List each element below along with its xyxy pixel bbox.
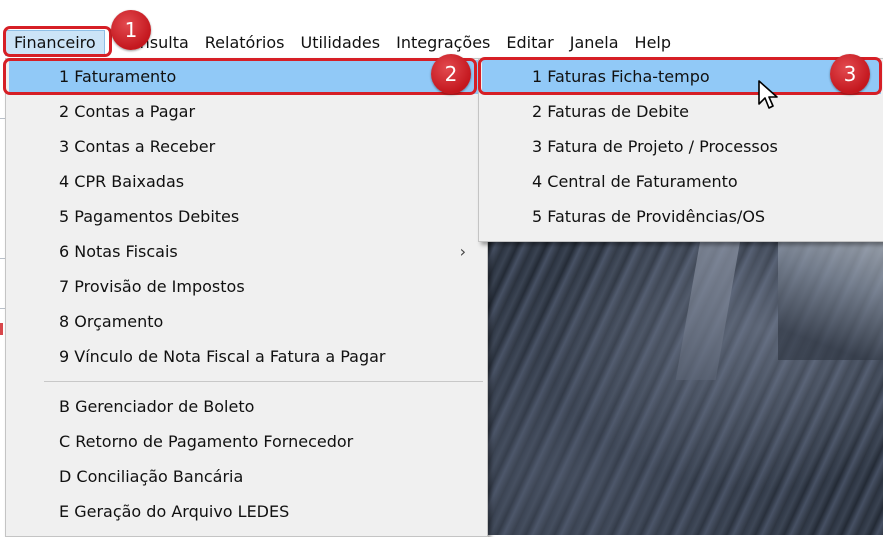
menu-help[interactable]: Help — [627, 30, 679, 56]
menu-item-label: 4 CPR Baixadas — [59, 172, 185, 191]
chevron-right-icon: › — [459, 242, 466, 261]
menu-janela[interactable]: Janela — [562, 30, 627, 56]
submenu-item-faturas-de-providencias[interactable]: 5 Faturas de Providências/OS — [482, 200, 881, 234]
menu-item-faturamento[interactable]: 1 Faturamento — [9, 60, 484, 94]
step1-badge: 1 — [111, 10, 151, 50]
submenu-item-central-de-faturamento[interactable]: 4 Central de Faturamento — [482, 165, 881, 199]
menu-item-contas-a-receber[interactable]: 3 Contas a Receber — [9, 130, 484, 164]
photo-detail — [675, 240, 741, 380]
menu-item-label: 1 Faturas Ficha-tempo — [532, 67, 710, 86]
faturamento-submenu: 1 Faturas Ficha-tempo 2 Faturas de Debit… — [478, 58, 883, 242]
menu-editar[interactable]: Editar — [498, 30, 561, 56]
menu-item-pagamentos-debites[interactable]: 5 Pagamentos Debites — [9, 200, 484, 234]
menu-item-label: 6 Notas Fiscais — [59, 242, 178, 261]
background-photo — [478, 240, 883, 535]
financeiro-dropdown: 1 Faturamento 2 Contas a Pagar 3 Contas … — [5, 58, 488, 537]
menu-item-label: 5 Faturas de Providências/OS — [532, 207, 766, 226]
menu-item-label: D Conciliação Bancária — [59, 467, 244, 486]
submenu-item-faturas-ficha-tempo[interactable]: 1 Faturas Ficha-tempo — [482, 60, 881, 94]
window-edge-marker — [0, 323, 3, 335]
menu-item-label: 2 Faturas de Debite — [532, 102, 689, 121]
menu-item-gerenciador-de-boleto[interactable]: B Gerenciador de Boleto — [9, 390, 484, 424]
menu-item-retorno-pagamento-fornecedor[interactable]: C Retorno de Pagamento Fornecedor — [9, 425, 484, 459]
submenu-item-fatura-de-projeto[interactable]: 3 Fatura de Projeto / Processos — [482, 130, 881, 164]
menu-item-label: 3 Fatura de Projeto / Processos — [532, 137, 778, 156]
photo-detail — [778, 240, 883, 360]
menu-item-contas-a-pagar[interactable]: 2 Contas a Pagar — [9, 95, 484, 129]
menu-item-label: 5 Pagamentos Debites — [59, 207, 240, 226]
menu-item-label: 7 Provisão de Impostos — [59, 277, 245, 296]
menu-financeiro[interactable]: Financeiro — [5, 30, 105, 56]
submenu-item-faturas-de-debite[interactable]: 2 Faturas de Debite — [482, 95, 881, 129]
menu-item-label: 8 Orçamento — [59, 312, 164, 331]
menu-item-label: 3 Contas a Receber — [59, 137, 216, 156]
menu-item-notas-fiscais[interactable]: 6 Notas Fiscais › — [9, 235, 484, 269]
menu-item-orcamento[interactable]: 8 Orçamento — [9, 305, 484, 339]
step3-badge: 3 — [830, 54, 870, 94]
menu-separator — [44, 381, 483, 382]
menu-item-label: 9 Vínculo de Nota Fiscal a Fatura a Paga… — [59, 347, 386, 366]
menu-item-label: E Geração do Arquivo LEDES — [59, 502, 290, 521]
menu-item-provisao-de-impostos[interactable]: 7 Provisão de Impostos — [9, 270, 484, 304]
menu-item-cpr-baixadas[interactable]: 4 CPR Baixadas — [9, 165, 484, 199]
menu-relatorios[interactable]: Relatórios — [197, 30, 293, 56]
menu-integracoes[interactable]: Integrações — [388, 30, 498, 56]
step2-badge: 2 — [431, 54, 471, 94]
menu-item-label: 2 Contas a Pagar — [59, 102, 196, 121]
menu-utilidades[interactable]: Utilidades — [292, 30, 388, 56]
menu-item-label: B Gerenciador de Boleto — [59, 397, 255, 416]
menu-item-vinculo-nota-fiscal[interactable]: 9 Vínculo de Nota Fiscal a Fatura a Paga… — [9, 340, 484, 374]
menu-item-geracao-arquivo-ledes[interactable]: E Geração do Arquivo LEDES — [9, 495, 484, 529]
menu-item-label: C Retorno de Pagamento Fornecedor — [59, 432, 354, 451]
menu-item-conciliacao-bancaria[interactable]: D Conciliação Bancária — [9, 460, 484, 494]
menu-item-label: 4 Central de Faturamento — [532, 172, 738, 191]
menu-item-label: 1 Faturamento — [59, 67, 177, 86]
mouse-pointer-icon — [758, 80, 778, 109]
